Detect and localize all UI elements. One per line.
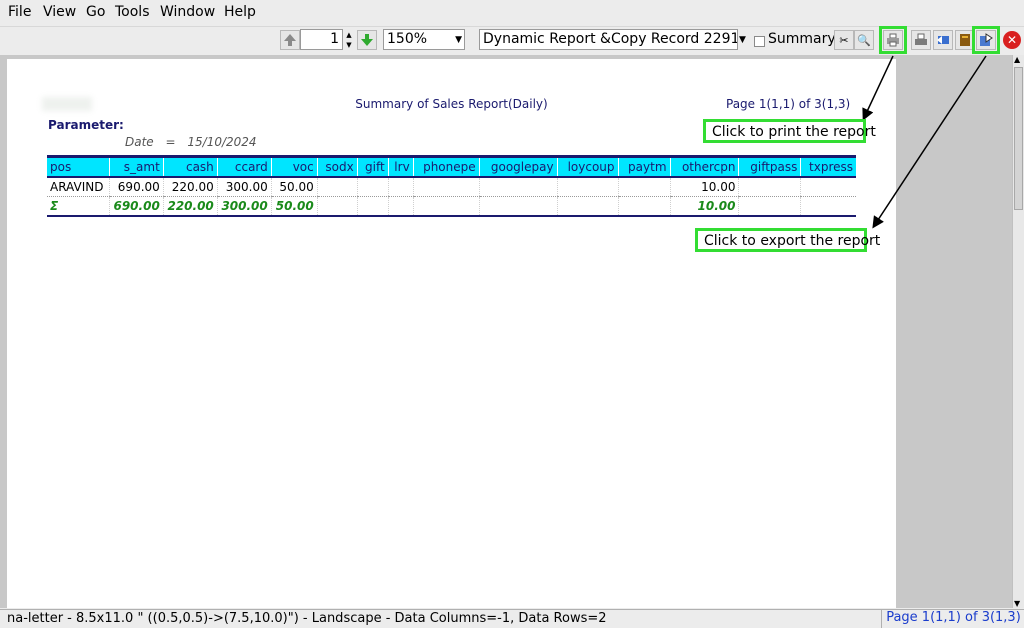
total-cell <box>356 196 389 217</box>
print-callout: Click to print the report <box>703 119 876 143</box>
table-cell <box>356 177 389 197</box>
table-cell <box>387 177 414 197</box>
menu-file[interactable]: File <box>8 4 31 20</box>
chevron-down-icon: ▼ <box>455 35 462 45</box>
menu-go[interactable]: Go <box>86 4 105 20</box>
table-cell <box>617 177 671 197</box>
table-cell: 10.00 <box>669 177 739 197</box>
column-header[interactable]: gift <box>356 155 389 178</box>
email-button[interactable] <box>933 30 953 50</box>
magnifier-icon: 🔍 <box>857 33 871 47</box>
column-header[interactable]: loycoup <box>556 155 619 178</box>
menu-window[interactable]: Window <box>160 4 215 20</box>
status-page-indicator: Page 1(1,1) of 3(1,3) <box>881 610 1024 628</box>
total-cell <box>412 196 480 217</box>
table-cell: 50.00 <box>270 177 318 197</box>
column-header[interactable]: s_amt <box>109 155 164 178</box>
table-header-row: pos s_amt cash ccard voc sodx gift lrv p… <box>47 155 856 178</box>
vertical-scrollbar[interactable]: ▲ ▼ <box>1012 55 1024 608</box>
menu-bar: File View Go Tools Window Help <box>0 0 1024 26</box>
total-cell: 300.00 <box>216 196 272 217</box>
column-header[interactable]: googlepay <box>478 155 558 178</box>
date-value: 15/10/2024 <box>187 135 257 149</box>
report-select[interactable]: Dynamic Report &Copy Record 2291032 <box>479 29 738 50</box>
table-row[interactable]: ARAVIND 690.00 220.00 300.00 50.00 10.00 <box>47 177 856 197</box>
total-cell <box>556 196 619 217</box>
column-header[interactable]: ccard <box>216 155 272 178</box>
scroll-up-icon[interactable]: ▲ <box>1014 55 1020 64</box>
arrow-up-icon <box>284 34 296 46</box>
column-header[interactable]: txpress <box>800 155 856 178</box>
book-icon <box>960 34 970 46</box>
column-header[interactable]: othercpn <box>669 155 739 178</box>
zoom-value: 150% <box>387 31 428 47</box>
column-header[interactable]: voc <box>270 155 318 178</box>
send-icon <box>937 36 949 44</box>
sigma-cell: Σ <box>47 196 110 217</box>
export-callout: Click to export the report <box>695 228 880 252</box>
table-cell: 220.00 <box>162 177 218 197</box>
table-cell <box>556 177 619 197</box>
print-button-highlight <box>879 26 907 54</box>
column-header[interactable]: giftpass <box>738 155 801 178</box>
date-equals: = <box>165 135 176 149</box>
table-cell <box>412 177 480 197</box>
printer-setup-icon <box>915 33 927 45</box>
table-total-row[interactable]: Σ 690.00 220.00 300.00 50.00 10.00 <box>47 196 856 217</box>
next-page-button[interactable] <box>357 30 377 50</box>
total-cell: 10.00 <box>669 196 739 217</box>
menu-help[interactable]: Help <box>224 4 256 20</box>
menu-tools[interactable]: Tools <box>115 4 150 20</box>
total-cell: 220.00 <box>162 196 218 217</box>
report-select-value: Dynamic Report &Copy Record 2291032 <box>483 31 738 47</box>
settings-button[interactable]: ✂ <box>834 30 854 50</box>
toolbar: 1 ▲ ▼ 150% ▼ Dynamic Report &Copy Record … <box>0 26 1024 56</box>
close-icon[interactable]: ✕ <box>1003 31 1021 49</box>
zoom-select[interactable]: 150% ▼ <box>383 29 465 50</box>
previous-page-button[interactable] <box>280 30 300 50</box>
tools-icon: ✂ <box>839 33 849 47</box>
total-cell <box>316 196 358 217</box>
scroll-down-icon[interactable]: ▼ <box>1014 599 1020 608</box>
export-button-highlight <box>972 26 1000 54</box>
page-indicator: Page 1(1,1) of 3(1,3) <box>726 97 851 111</box>
total-cell <box>738 196 801 217</box>
report-table: pos s_amt cash ccard voc sodx gift lrv p… <box>47 155 856 217</box>
table-cell <box>738 177 801 197</box>
summary-label: Summary <box>768 31 836 47</box>
print-setup-button[interactable] <box>911 30 931 50</box>
table-cell: 300.00 <box>216 177 272 197</box>
chevron-down-icon[interactable]: ▼ <box>739 35 746 45</box>
page-spinner[interactable]: ▲ ▼ <box>344 30 354 50</box>
total-cell <box>387 196 414 217</box>
table-cell: ARAVIND <box>47 177 110 197</box>
column-header[interactable]: pos <box>47 155 110 178</box>
table-cell <box>478 177 558 197</box>
table-cell: 690.00 <box>109 177 164 197</box>
arrow-down-icon <box>361 34 373 46</box>
date-label: Date <box>125 135 154 149</box>
column-header[interactable]: phonepe <box>412 155 480 178</box>
parameter-label: Parameter: <box>48 118 124 132</box>
total-cell: 50.00 <box>270 196 318 217</box>
summary-checkbox[interactable] <box>754 36 765 47</box>
date-parameter: Date = 15/10/2024 <box>125 135 257 149</box>
total-cell <box>617 196 671 217</box>
total-cell: 690.00 <box>109 196 164 217</box>
table-cell <box>316 177 358 197</box>
column-header[interactable]: lrv <box>387 155 414 178</box>
status-bar: na-letter - 8.5x11.0 " ((0.5,0.5)->(7.5,… <box>0 609 1024 628</box>
menu-view[interactable]: View <box>43 4 76 20</box>
column-header[interactable]: cash <box>162 155 218 178</box>
find-button[interactable]: 🔍 <box>854 30 874 50</box>
total-cell <box>800 196 856 217</box>
column-header[interactable]: sodx <box>316 155 358 178</box>
scrollbar-thumb[interactable] <box>1014 67 1023 210</box>
total-cell <box>478 196 558 217</box>
table-cell <box>800 177 856 197</box>
status-text: na-letter - 8.5x11.0 " ((0.5,0.5)->(7.5,… <box>7 611 607 626</box>
column-header[interactable]: paytm <box>617 155 671 178</box>
page-number-input[interactable]: 1 <box>300 29 343 50</box>
